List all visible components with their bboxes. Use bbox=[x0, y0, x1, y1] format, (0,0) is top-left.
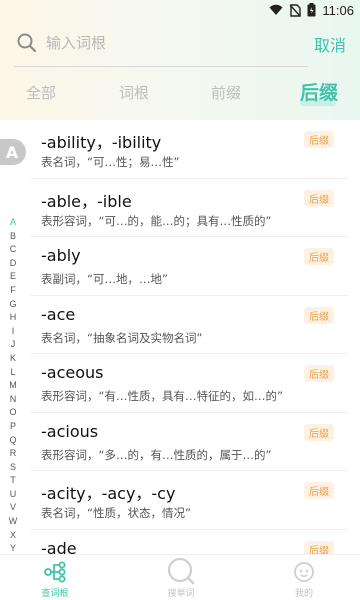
index-letter-v[interactable]: V bbox=[10, 501, 16, 515]
face-icon bbox=[269, 558, 339, 586]
index-letter-c[interactable]: C bbox=[10, 243, 17, 257]
suffix-list: -ability，-ibility 表名词，“可…性；易…性” 后缀 -able，-i… bbox=[30, 120, 348, 558]
type-tag: 后缀 bbox=[304, 189, 334, 207]
list-item[interactable]: -aceous 表形容词，“有…性质，具有…特征的，如…的” 后缀 bbox=[30, 354, 348, 413]
current-letter-badge: A bbox=[0, 139, 26, 165]
no-sim-icon bbox=[289, 3, 302, 17]
item-description: 表副词，“可…地，…地” bbox=[41, 272, 168, 286]
type-tag: 后缀 bbox=[304, 365, 334, 382]
type-tag: 后缀 bbox=[304, 423, 334, 441]
index-letter-g[interactable]: G bbox=[9, 298, 16, 312]
index-letter-x[interactable]: X bbox=[10, 529, 16, 543]
category-tabs: 全部 词根 前缀 后缀 bbox=[0, 78, 360, 108]
index-letter-j[interactable]: J bbox=[11, 338, 16, 352]
item-title: -ably bbox=[41, 246, 81, 265]
nav-me[interactable]: 我的 bbox=[269, 558, 339, 599]
item-title: -ability，-ibility bbox=[41, 133, 162, 152]
index-letter-i[interactable]: I bbox=[12, 325, 15, 339]
tab-suffixes[interactable]: 后缀 bbox=[300, 78, 338, 105]
index-letter-d[interactable]: D bbox=[10, 257, 17, 271]
index-letter-u[interactable]: U bbox=[10, 488, 17, 502]
tab-all[interactable]: 全部 bbox=[26, 82, 56, 103]
nav-label: 我的 bbox=[294, 589, 313, 599]
list-item[interactable]: -ably 表副词，“可…地，…地” 后缀 bbox=[30, 237, 348, 296]
battery-icon bbox=[307, 3, 316, 17]
index-letter-k[interactable]: K bbox=[10, 352, 16, 366]
type-tag: 后缀 bbox=[304, 131, 334, 148]
nav-label: 查词根 bbox=[41, 589, 69, 599]
tree-icon bbox=[20, 558, 90, 586]
index-letter-n[interactable]: N bbox=[10, 393, 17, 407]
item-description: 表名词，“可…性；易…性” bbox=[41, 155, 180, 169]
cancel-button[interactable]: 取消 bbox=[314, 32, 346, 56]
list-item[interactable]: -ability，-ibility 表名词，“可…性；易…性” 后缀 bbox=[30, 120, 348, 179]
nav-label: 搜单词 bbox=[167, 589, 195, 599]
type-tag: 后缀 bbox=[304, 482, 334, 499]
index-letter-q[interactable]: Q bbox=[9, 434, 16, 448]
index-letter-w[interactable]: W bbox=[9, 515, 18, 529]
index-letter-f[interactable]: F bbox=[10, 284, 16, 298]
list-item[interactable]: -acious 表形容词，“多…的，有…性质的，属于…的” 后缀 bbox=[30, 413, 348, 471]
item-description: 表形容词，“可…的，能…的；具有…性质的” bbox=[41, 213, 272, 228]
index-letter-r[interactable]: R bbox=[10, 447, 17, 461]
item-title: -acious bbox=[41, 421, 99, 441]
index-letter-t[interactable]: T bbox=[10, 474, 16, 488]
alphabet-index[interactable]: ABCDEFGHIJKLMNOPQRSTUVWXY bbox=[7, 216, 19, 556]
nav-search-words[interactable]: 搜单词 bbox=[146, 557, 216, 599]
item-title: -acity，-acy，-cy bbox=[41, 484, 176, 503]
item-title: -aceous bbox=[41, 363, 104, 382]
tab-roots[interactable]: 词根 bbox=[119, 82, 149, 103]
wifi-icon bbox=[269, 4, 283, 16]
search-icon bbox=[146, 557, 216, 586]
item-description: 表形容词，“有…性质，具有…特征的，如…的” bbox=[41, 389, 283, 403]
index-letter-o[interactable]: O bbox=[9, 406, 16, 420]
search-underline bbox=[14, 66, 308, 67]
type-tag: 后缀 bbox=[304, 306, 334, 324]
search-input[interactable] bbox=[46, 30, 296, 56]
index-letter-m[interactable]: M bbox=[9, 379, 17, 393]
nav-lookup-roots[interactable]: 查词根 bbox=[20, 558, 90, 599]
item-description: 表名词，“抽象名词及实物名词” bbox=[41, 330, 203, 345]
item-description: 表形容词，“多…的，有…性质的，属于…的” bbox=[41, 447, 272, 462]
item-title: -ace bbox=[41, 304, 76, 324]
index-letter-p[interactable]: P bbox=[10, 420, 16, 434]
status-bar: 11:06 bbox=[0, 0, 360, 20]
list-item[interactable]: -ace 表名词，“抽象名词及实物名词” 后缀 bbox=[30, 296, 348, 354]
index-letter-e[interactable]: E bbox=[10, 270, 16, 284]
list-item[interactable]: -able，-ible 表形容词，“可…的，能…的；具有…性质的” 后缀 bbox=[30, 179, 348, 237]
search-bar: 取消 bbox=[0, 26, 360, 67]
item-title: -able，-ible bbox=[41, 191, 132, 211]
index-letter-l[interactable]: L bbox=[10, 366, 15, 380]
index-letter-a[interactable]: A bbox=[10, 216, 16, 230]
bottom-navigation: 查词根 搜单词 我的 bbox=[0, 554, 360, 600]
index-letter-h[interactable]: H bbox=[10, 311, 17, 325]
index-letter-b[interactable]: B bbox=[10, 230, 16, 244]
type-tag: 后缀 bbox=[304, 248, 334, 265]
search-icon bbox=[16, 32, 38, 54]
status-time: 11:06 bbox=[322, 2, 354, 18]
index-letter-s[interactable]: S bbox=[10, 461, 16, 475]
item-description: 表名词，“性质，状态，情况” bbox=[41, 506, 191, 520]
list-item[interactable]: -acity，-acy，-cy 表名词，“性质，状态，情况” 后缀 bbox=[30, 471, 348, 530]
tab-prefixes[interactable]: 前缀 bbox=[211, 82, 241, 103]
